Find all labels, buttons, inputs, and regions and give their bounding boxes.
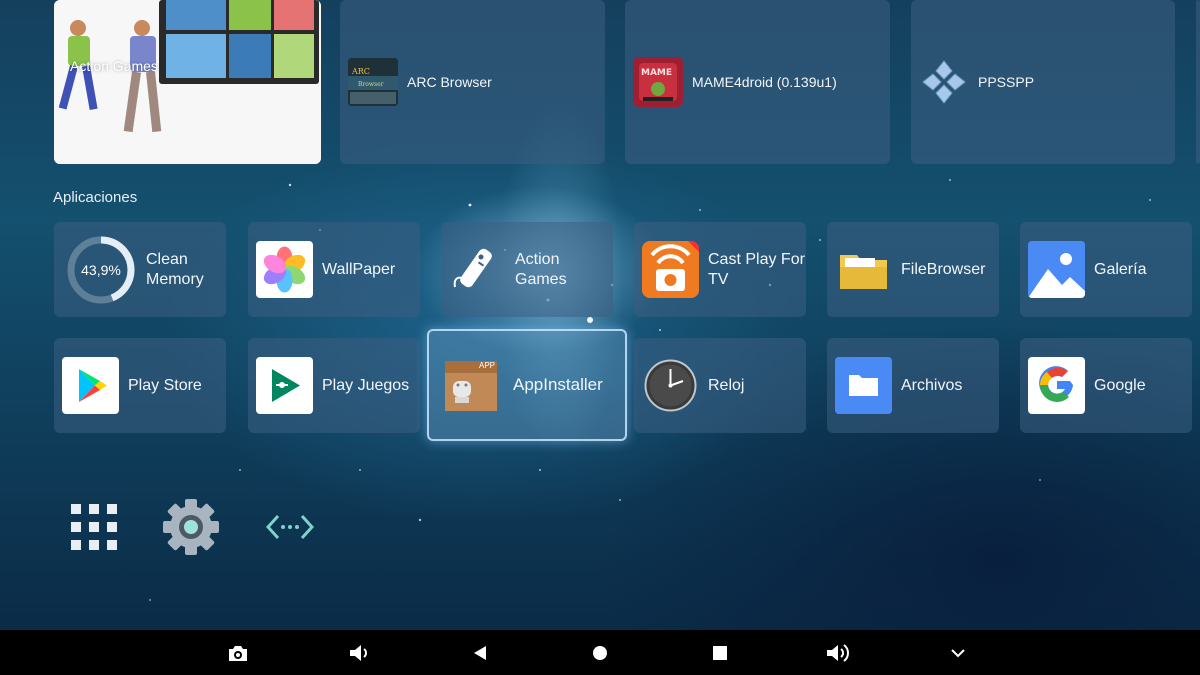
featured-tile-mame4droid[interactable]: MAME MAME4droid (0.139u1) xyxy=(625,0,890,164)
featured-tile-ppsspp[interactable]: PPSSPP xyxy=(911,0,1175,164)
expand-button[interactable] xyxy=(945,640,971,666)
camera-icon xyxy=(229,646,247,661)
app-label-google: Google xyxy=(1094,376,1146,394)
app-tile-cast-play[interactable]: Cast Play For TV xyxy=(634,222,806,317)
app-installer-badge: APP xyxy=(478,361,495,370)
home-icon xyxy=(593,646,607,660)
section-title: Aplicaciones xyxy=(53,189,138,206)
screenshot-button[interactable] xyxy=(225,640,251,666)
google-icon xyxy=(1028,357,1085,414)
home-button[interactable] xyxy=(587,640,613,666)
recents-icon xyxy=(713,646,727,660)
app-tile-play-juegos[interactable]: Play Juegos xyxy=(248,338,420,433)
volume-up-icon xyxy=(827,644,849,662)
app-label-wallpaper: WallPaper xyxy=(322,260,396,278)
recents-button[interactable] xyxy=(707,640,733,666)
gallery-icon xyxy=(1028,241,1085,298)
mame4droid-icon: MAME xyxy=(633,57,683,107)
app-installer-icon: APP xyxy=(441,355,501,415)
network-arrows-icon xyxy=(266,514,314,540)
ppsspp-icon xyxy=(919,57,969,107)
featured-tile-action-games[interactable]: Action Games xyxy=(54,0,321,164)
back-icon xyxy=(474,646,486,660)
volume-up-button[interactable] xyxy=(826,640,852,666)
featured-label-action-games: Action Games xyxy=(70,58,158,74)
app-label-play-store: Play Store xyxy=(128,376,202,394)
featured-label-mame4droid: MAME4droid (0.139u1) xyxy=(692,74,837,90)
app-label-appinstaller: AppInstaller xyxy=(513,375,603,394)
app-tile-clean-memory[interactable]: 43,9% Clean Memory xyxy=(54,222,226,317)
wallpaper-flower-icon xyxy=(256,241,313,298)
app-tile-appinstaller[interactable]: APP AppInstaller xyxy=(427,329,627,441)
settings-gear-icon xyxy=(163,499,219,555)
folder-icon xyxy=(835,241,892,298)
app-tile-archivos[interactable]: Archivos xyxy=(827,338,999,433)
svg-text:Browser: Browser xyxy=(358,81,384,88)
app-tile-reloj[interactable]: Reloj xyxy=(634,338,806,433)
app-tile-galeria[interactable]: Galería xyxy=(1020,222,1192,317)
app-tile-wallpaper[interactable]: WallPaper xyxy=(248,222,420,317)
all-apps-button[interactable] xyxy=(65,498,123,556)
back-button[interactable] xyxy=(467,640,493,666)
svg-text:MAME: MAME xyxy=(641,68,672,78)
app-tile-play-store[interactable]: Play Store xyxy=(54,338,226,433)
featured-label-ppsspp: PPSSPP xyxy=(978,74,1035,90)
app-label-clean-memory: Clean Memory xyxy=(146,250,204,288)
featured-tile-partial[interactable] xyxy=(1196,0,1200,164)
featured-tile-arc-browser[interactable]: ARC Browser ARC Browser xyxy=(340,0,605,164)
clock-icon xyxy=(642,357,699,414)
memory-gauge-icon: 43,9% xyxy=(66,235,136,305)
app-label-cast-play: Cast Play For TV xyxy=(708,250,805,288)
arc-browser-icon: ARC Browser xyxy=(348,58,398,106)
app-label-galeria: Galería xyxy=(1094,260,1147,278)
volume-down-icon xyxy=(350,645,367,661)
play-games-icon xyxy=(256,357,313,414)
app-label-action-games: Action Games xyxy=(515,250,567,288)
app-tile-google[interactable]: Google xyxy=(1020,338,1192,433)
chevron-down-icon xyxy=(951,649,965,658)
memory-gauge-text: 43,9% xyxy=(81,261,121,278)
action-games-banner-image xyxy=(54,0,321,164)
app-tile-action-games[interactable]: Action Games xyxy=(441,222,613,317)
wii-remote-icon xyxy=(449,241,506,298)
cast-play-icon xyxy=(642,241,699,298)
all-apps-grid-icon xyxy=(71,504,117,550)
system-navigation-bar xyxy=(0,630,1200,675)
volume-down-button[interactable] xyxy=(347,640,373,666)
files-icon xyxy=(835,357,892,414)
settings-button[interactable] xyxy=(162,498,220,556)
network-button[interactable] xyxy=(261,498,319,556)
svg-text:ARC: ARC xyxy=(351,67,370,76)
featured-label-arc-browser: ARC Browser xyxy=(407,74,492,90)
play-store-icon xyxy=(62,357,119,414)
app-label-filebrowser: FileBrowser xyxy=(901,260,986,278)
app-label-archivos: Archivos xyxy=(901,376,963,394)
app-tile-filebrowser[interactable]: FileBrowser xyxy=(827,222,999,317)
app-label-play-juegos: Play Juegos xyxy=(322,376,410,394)
app-label-reloj: Reloj xyxy=(708,376,745,394)
